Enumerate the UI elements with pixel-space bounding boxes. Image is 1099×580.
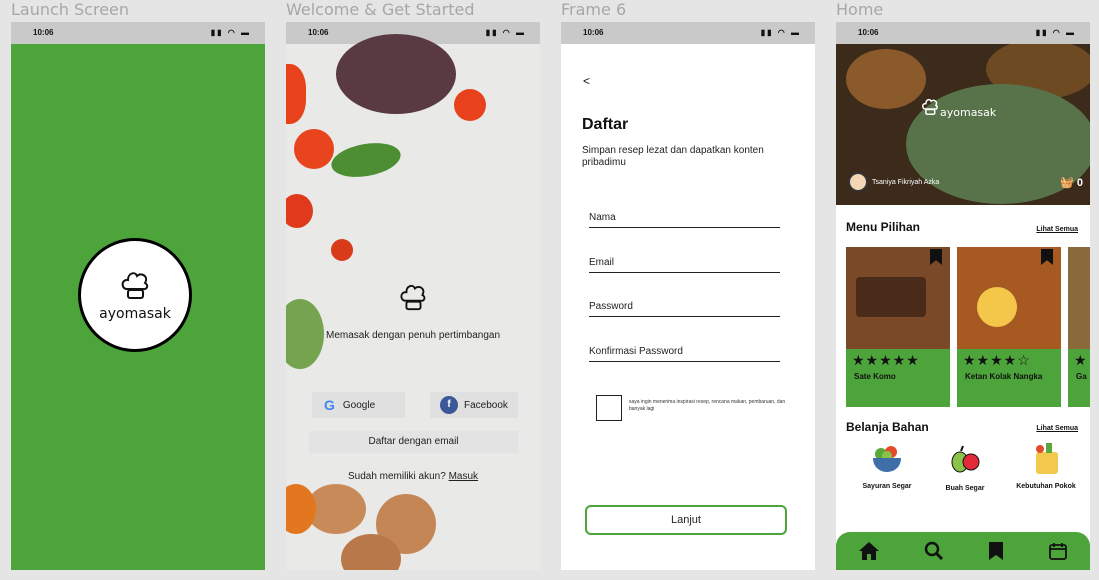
food-bowl-image bbox=[846, 49, 926, 109]
grocery-bag-icon bbox=[1036, 443, 1058, 474]
home-screen: 10:06 ▮▮ ◠ ▬ ayomasak Tsaniya Fikriyah A… bbox=[836, 22, 1090, 570]
consent-checkbox[interactable] bbox=[596, 395, 622, 421]
bookmark-icon[interactable] bbox=[930, 249, 942, 265]
vegetable-background: Memasak dengan penuh pertimbangan G Goog… bbox=[286, 34, 540, 570]
tomato-image bbox=[331, 239, 353, 261]
facebook-icon: f bbox=[440, 396, 458, 414]
zucchini-image bbox=[286, 299, 324, 369]
menu-card[interactable]: ★★★★★ Sate Komo bbox=[846, 247, 950, 407]
menu-section-title: Menu Pilihan bbox=[846, 220, 921, 234]
bookmark-icon[interactable] bbox=[988, 541, 1004, 561]
menu-card[interactable]: ★★★★☆ Ketan Kolak Nangka bbox=[957, 247, 1061, 407]
bottom-nav bbox=[836, 532, 1090, 570]
chef-hat-icon bbox=[400, 284, 426, 311]
carrot-image bbox=[286, 484, 316, 534]
google-label: Google bbox=[342, 399, 376, 411]
status-time: 10:06 bbox=[33, 28, 54, 37]
consent-text: saya ingin menerima inspirasi resep, ren… bbox=[629, 399, 786, 412]
login-prompt: Sudah memiliki akun? Masuk bbox=[326, 471, 500, 482]
status-icons: ▮▮ ◠ ▬ bbox=[485, 28, 526, 37]
status-bar: 10:06 ▮▮ ◠ ▬ bbox=[561, 22, 815, 44]
category-fruits[interactable]: Buah Segar bbox=[935, 442, 995, 493]
category-label: Buah Segar bbox=[945, 485, 985, 492]
tomato-image bbox=[294, 129, 334, 169]
cucumber-image bbox=[328, 138, 404, 182]
brand-name: ayomasak bbox=[940, 106, 997, 119]
category-label: Kebutuhan Pokok bbox=[1016, 483, 1076, 490]
card-name: Ga bbox=[1076, 372, 1087, 381]
frame-label-launch: Launch Screen bbox=[11, 0, 130, 19]
launch-screen: 10:06 ▮▮ ◠ ▬ ayomasak bbox=[11, 22, 265, 570]
menu-card[interactable]: ★ Ga bbox=[1068, 247, 1090, 407]
login-link[interactable]: Masuk bbox=[449, 471, 478, 482]
register-email-button[interactable]: Daftar dengan email bbox=[309, 431, 518, 453]
password-field[interactable]: Password bbox=[589, 301, 780, 317]
cart-count: 0 bbox=[1076, 177, 1083, 189]
continue-button[interactable]: Lanjut bbox=[585, 505, 787, 535]
calendar-icon[interactable] bbox=[1048, 541, 1068, 561]
status-time: 10:06 bbox=[583, 28, 604, 37]
card-name: Ketan Kolak Nangka bbox=[965, 372, 1043, 381]
see-all-menu-link[interactable]: Lihat Semua bbox=[1036, 226, 1078, 233]
food-detail bbox=[977, 287, 1017, 327]
status-icons: ▮▮ ◠ ▬ bbox=[1035, 28, 1076, 37]
status-icons: ▮▮ ◠ ▬ bbox=[760, 28, 801, 37]
rating-stars: ★★★★★ bbox=[852, 352, 920, 368]
user-name: Tsaniya Fikriyah Azka bbox=[872, 179, 940, 186]
category-groceries[interactable]: Kebutuhan Pokok bbox=[1016, 440, 1076, 491]
status-bar: 10:06 ▮▮ ◠ ▬ bbox=[836, 22, 1090, 44]
basket-icon: 🧺 bbox=[1060, 177, 1074, 189]
sate-image bbox=[846, 247, 950, 349]
pepper-image bbox=[286, 64, 306, 124]
register-screen: 10:06 ▮▮ ◠ ▬ < Daftar Simpan resep lezat… bbox=[561, 22, 815, 570]
app-logo: ayomasak bbox=[78, 238, 192, 352]
welcome-screen: 10:06 ▮▮ ◠ ▬ Memasak dengan penuh pertim… bbox=[286, 22, 540, 570]
back-button[interactable]: < bbox=[583, 74, 590, 88]
card-name: Sate Komo bbox=[854, 372, 896, 381]
hero-banner: ayomasak Tsaniya Fikriyah Azka 🧺 0 bbox=[836, 44, 1090, 205]
page-title: Daftar bbox=[582, 116, 629, 133]
status-time: 10:06 bbox=[308, 28, 329, 37]
status-icons: ▮▮ ◠ ▬ bbox=[210, 28, 251, 37]
chef-hat-icon bbox=[921, 98, 938, 115]
facebook-label: Facebook bbox=[464, 399, 508, 411]
search-icon[interactable] bbox=[924, 541, 944, 561]
rating-stars: ★ bbox=[1074, 352, 1088, 368]
see-all-shop-link[interactable]: Lihat Semua bbox=[1036, 425, 1078, 432]
category-vegetables[interactable]: Sayuran Segar bbox=[857, 440, 917, 491]
frame-label-welcome: Welcome & Get Started bbox=[286, 0, 475, 19]
salad-bowl-icon bbox=[873, 446, 901, 472]
frame-label-home: Home bbox=[836, 0, 884, 19]
avatar[interactable] bbox=[848, 172, 868, 192]
brand-name: ayomasak bbox=[99, 306, 171, 322]
cart-button[interactable]: 🧺 0 bbox=[1060, 176, 1083, 189]
google-icon: G bbox=[324, 397, 335, 413]
category-label: Sayuran Segar bbox=[862, 483, 912, 490]
home-icon[interactable] bbox=[858, 541, 880, 561]
chef-hat-icon bbox=[121, 272, 149, 299]
status-time: 10:06 bbox=[858, 28, 879, 37]
name-field[interactable]: Nama bbox=[589, 212, 780, 228]
shop-section-title: Belanja Bahan bbox=[846, 420, 929, 434]
have-account-text: Sudah memiliki akun? bbox=[347, 471, 446, 482]
google-button[interactable]: G Google bbox=[312, 392, 405, 418]
tomato-image bbox=[286, 194, 313, 228]
rating-stars: ★★★★☆ bbox=[963, 352, 1031, 368]
facebook-button[interactable]: f Facebook bbox=[430, 392, 518, 418]
status-bar: 10:06 ▮▮ ◠ ▬ bbox=[11, 22, 265, 44]
frame-label-frame6: Frame 6 bbox=[561, 0, 627, 19]
page-subtitle: Simpan resep lezat dan dapatkan konten p… bbox=[582, 145, 764, 168]
fruit-icon bbox=[951, 445, 980, 473]
tomato-image bbox=[454, 89, 486, 121]
bookmark-icon[interactable] bbox=[1041, 249, 1053, 265]
ketan-image bbox=[957, 247, 1061, 349]
tagline: Memasak dengan penuh pertimbangan bbox=[326, 330, 501, 341]
food-image bbox=[1068, 247, 1090, 349]
food-detail bbox=[856, 277, 926, 317]
confirm-password-field[interactable]: Konfirmasi Password bbox=[589, 346, 780, 362]
email-field[interactable]: Email bbox=[589, 257, 780, 273]
lettuce-image bbox=[336, 34, 456, 114]
